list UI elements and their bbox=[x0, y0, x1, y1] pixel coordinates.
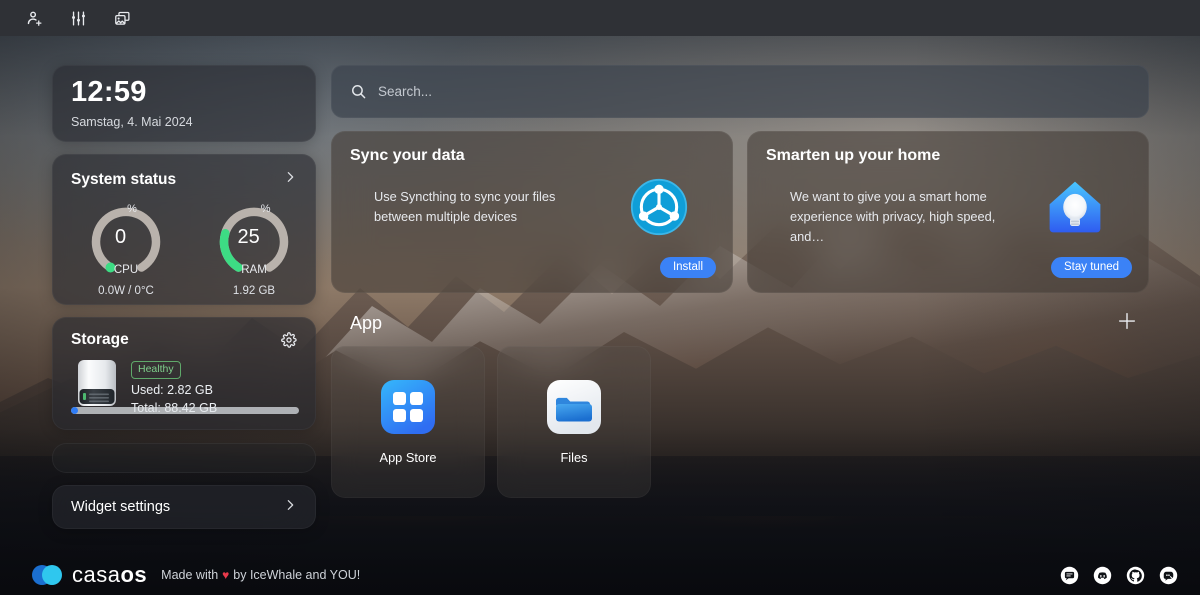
storage-used: Used: 2.82 GB bbox=[131, 383, 213, 398]
search-icon bbox=[350, 83, 367, 100]
made-with-pre: Made with bbox=[161, 568, 219, 582]
ram-gauge: 25 % RAM 1.92 GB bbox=[213, 202, 295, 297]
app-label: App Store bbox=[379, 449, 437, 465]
cpu-gauge-sub: 0.0W / 0°C bbox=[98, 285, 154, 297]
chevron-right-icon[interactable] bbox=[284, 169, 297, 190]
ram-gauge-value: 25 bbox=[237, 226, 260, 248]
app-tile-app-store[interactable]: App Store bbox=[331, 346, 485, 498]
top-bar bbox=[0, 0, 1200, 36]
resource-gauges: 0 % CPU 0.0W / 0°C 25 % RAM 1.92 GB bbox=[71, 202, 297, 297]
cpu-gauge-unit: % bbox=[127, 203, 137, 215]
clock-date: Samstag, 4. Mai 2024 bbox=[71, 114, 193, 129]
made-with-credit: Made with ♥ by IceWhale and YOU! bbox=[161, 568, 360, 582]
cpu-gauge: 0 % CPU 0.0W / 0°C bbox=[85, 202, 167, 297]
app-grid: App Store Files bbox=[331, 346, 1149, 498]
storage-progress-bar bbox=[71, 407, 299, 414]
files-folder-icon bbox=[547, 379, 601, 434]
hidden-widget-peek bbox=[52, 443, 316, 473]
clock-widget: 12:59 Samstag, 4. Mai 2024 bbox=[52, 65, 316, 142]
main-column: Search... Sync your data Use Syncthing t… bbox=[331, 65, 1149, 498]
promo-description: We want to give you a smart home experie… bbox=[790, 189, 996, 244]
promo-card-home-assistant[interactable]: Smarten up your home We want to give you… bbox=[747, 131, 1149, 293]
promo-title: Sync your data bbox=[350, 147, 465, 164]
clock-time: 12:59 bbox=[71, 76, 147, 108]
social-links bbox=[1060, 566, 1178, 585]
forum-icon[interactable] bbox=[1159, 566, 1178, 585]
search-placeholder: Search... bbox=[378, 84, 433, 99]
wallpaper-icon[interactable] bbox=[108, 6, 136, 30]
storage-progress-fill bbox=[71, 407, 79, 414]
widgets-column: 12:59 Samstag, 4. Mai 2024 System status bbox=[52, 65, 316, 529]
system-status-widget[interactable]: System status 0 % CPU 0.0W / 0°C 25 % RA… bbox=[52, 154, 316, 305]
user-icon[interactable] bbox=[20, 6, 48, 30]
plus-icon[interactable] bbox=[1116, 310, 1138, 337]
ram-gauge-label: RAM bbox=[241, 264, 267, 276]
app-tile-files[interactable]: Files bbox=[497, 346, 651, 498]
system-status-header: System status bbox=[71, 169, 297, 190]
promo-cards: Sync your data Use Syncthing to sync you… bbox=[331, 131, 1149, 293]
cpu-gauge-value: 0 bbox=[115, 226, 127, 248]
app-section-title: App bbox=[350, 313, 383, 333]
widget-settings-label: Widget settings bbox=[71, 499, 171, 515]
gear-icon[interactable] bbox=[281, 332, 297, 348]
install-button[interactable]: Install bbox=[659, 257, 716, 278]
storage-header: Storage bbox=[71, 331, 297, 349]
status-badge: Healthy bbox=[131, 361, 181, 380]
brand: casaos bbox=[30, 562, 147, 588]
app-label: Files bbox=[560, 449, 588, 465]
app-section-header: App bbox=[331, 310, 1149, 337]
stay-tuned-button[interactable]: Stay tuned bbox=[1051, 257, 1132, 278]
home-assistant-logo bbox=[1049, 181, 1101, 233]
ram-gauge-sub: 1.92 GB bbox=[232, 285, 276, 297]
hard-drive-icon bbox=[78, 360, 116, 406]
syncthing-logo bbox=[630, 178, 688, 236]
github-icon[interactable] bbox=[1126, 566, 1145, 585]
promo-title: Smarten up your home bbox=[766, 147, 941, 164]
search-input[interactable]: Search... bbox=[331, 65, 1149, 118]
made-with-post: by IceWhale and YOU! bbox=[233, 568, 361, 582]
widget-settings-button[interactable]: Widget settings bbox=[52, 485, 316, 529]
system-status-title: System status bbox=[71, 170, 177, 188]
ram-gauge-unit: % bbox=[260, 203, 271, 215]
casaos-logo-icon bbox=[32, 565, 62, 585]
heart-icon: ♥ bbox=[222, 568, 230, 582]
promo-card-syncthing[interactable]: Sync your data Use Syncthing to sync you… bbox=[331, 131, 733, 293]
discord-icon[interactable] bbox=[1093, 566, 1112, 585]
brand-name: casaos bbox=[72, 562, 148, 587]
footer: casaos Made with ♥ by IceWhale and YOU! bbox=[0, 555, 1200, 595]
storage-widget: Storage Healthy Used: 2.82 GB bbox=[52, 317, 316, 430]
app-store-icon bbox=[381, 379, 435, 434]
cpu-gauge-label: CPU bbox=[113, 264, 139, 276]
settings-sliders-icon[interactable] bbox=[64, 6, 92, 30]
chevron-right-icon[interactable] bbox=[284, 497, 297, 518]
promo-description: Use Syncthing to sync your files between… bbox=[374, 189, 556, 224]
chat-bubble-icon[interactable] bbox=[1060, 566, 1079, 585]
storage-title: Storage bbox=[71, 331, 129, 348]
